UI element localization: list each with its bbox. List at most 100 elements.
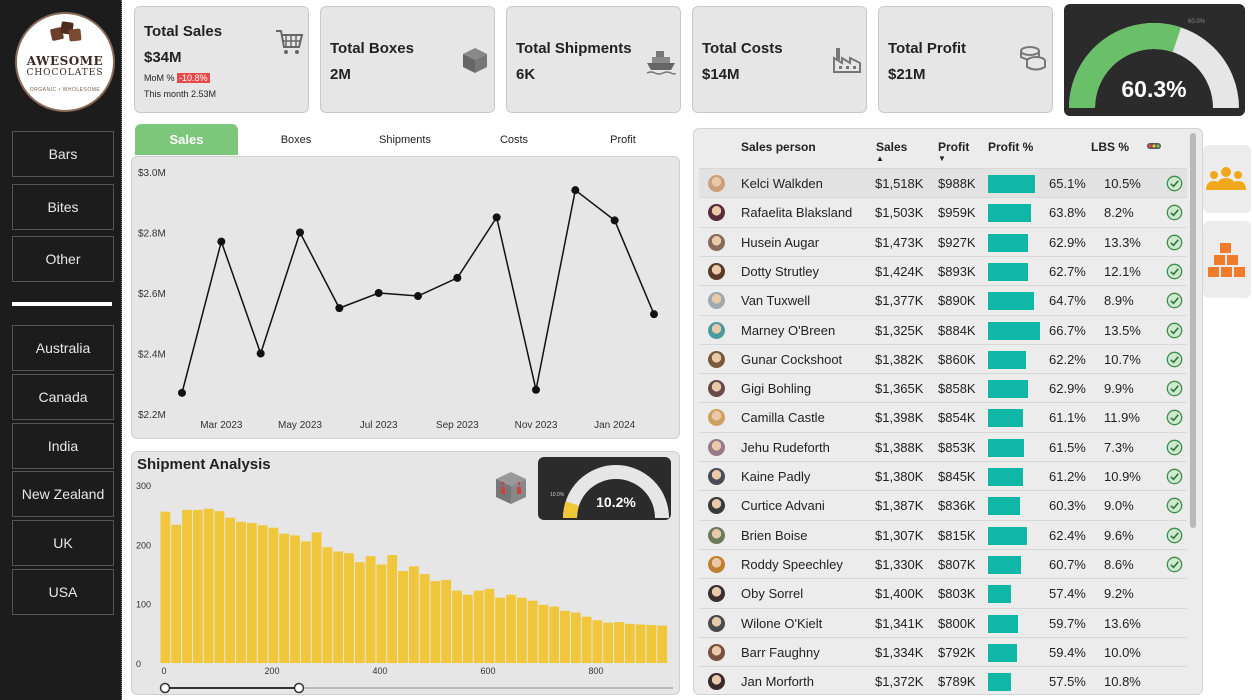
- sales-data-point[interactable]: [178, 388, 186, 397]
- team-button[interactable]: [1203, 145, 1251, 213]
- histogram-bar[interactable]: [603, 622, 614, 663]
- histogram-bar[interactable]: [452, 590, 462, 663]
- histogram-bar[interactable]: [581, 616, 592, 663]
- table-row[interactable]: Roddy Speechley $1,330K $807K 60.7% 8.6%: [699, 548, 1187, 578]
- table-row[interactable]: Marney O'Breen $1,325K $884K 66.7% 13.5%: [699, 314, 1187, 344]
- sales-data-point[interactable]: [650, 310, 658, 319]
- histogram-bar[interactable]: [311, 532, 322, 663]
- histogram-bar[interactable]: [236, 521, 246, 663]
- table-row[interactable]: Kaine Padly $1,380K $845K 61.2% 10.9%: [699, 461, 1187, 490]
- histogram-bar[interactable]: [322, 547, 333, 663]
- histogram-bar[interactable]: [495, 597, 506, 663]
- table-row[interactable]: Husein Augar $1,473K $927K 62.9% 13.3%: [699, 226, 1187, 256]
- col-header-lbs-pct[interactable]: LBS %: [1091, 140, 1129, 154]
- sales-data-point[interactable]: [217, 237, 226, 246]
- filter-button-australia[interactable]: Australia: [12, 325, 114, 371]
- histogram-bar[interactable]: [344, 553, 354, 663]
- tab-profit[interactable]: Profit: [573, 124, 673, 155]
- histogram-bar[interactable]: [473, 590, 484, 663]
- table-row[interactable]: Wilone O'Kielt $1,341K $800K 59.7% 13.6%: [699, 607, 1187, 637]
- table-scrollbar[interactable]: [1190, 133, 1196, 528]
- histogram-bar[interactable]: [203, 508, 214, 663]
- histogram-bar[interactable]: [560, 610, 570, 663]
- table-row[interactable]: Dotty Strutley $1,424K $893K 62.7% 12.1%: [699, 255, 1187, 285]
- sales-data-point[interactable]: [453, 273, 462, 282]
- filter-button-canada[interactable]: Canada: [12, 374, 114, 420]
- histogram-bar[interactable]: [538, 604, 549, 663]
- histogram-bar[interactable]: [484, 588, 495, 663]
- table-row[interactable]: Kelci Walkden $1,518K $988K 65.1% 10.5%: [699, 168, 1187, 197]
- table-row[interactable]: Brien Boise $1,307K $815K 62.4% 9.6%: [699, 519, 1187, 549]
- sales-data-point[interactable]: [610, 216, 619, 225]
- histogram-bar[interactable]: [192, 509, 203, 663]
- tab-costs[interactable]: Costs: [464, 124, 564, 155]
- table-row[interactable]: Curtice Advani $1,387K $836K 60.3% 9.0%: [699, 490, 1187, 519]
- filter-button-other[interactable]: Other: [12, 236, 114, 282]
- histogram-bar[interactable]: [257, 525, 268, 663]
- col-header-sales[interactable]: Sales: [876, 140, 907, 154]
- sales-data-point[interactable]: [296, 228, 304, 237]
- sales-data-point[interactable]: [256, 349, 265, 358]
- histogram-bar[interactable]: [408, 566, 419, 663]
- histogram-bar[interactable]: [635, 624, 646, 663]
- table-row[interactable]: Van Tuxwell $1,377K $890K 64.7% 8.9%: [699, 285, 1187, 314]
- filter-button-bars[interactable]: Bars: [12, 131, 114, 177]
- table-row[interactable]: Rafaelita Blaksland $1,503K $959K 63.8% 8.2%: [699, 197, 1187, 226]
- col-header-sales-person[interactable]: Sales person: [741, 140, 816, 154]
- table-row[interactable]: Gunar Cockshoot $1,382K $860K 62.2% 10.7%: [699, 343, 1187, 373]
- filter-button-india[interactable]: India: [12, 423, 114, 469]
- range-slider-handle-max[interactable]: [293, 682, 305, 694]
- sales-data-point[interactable]: [374, 289, 383, 297]
- sales-data-point[interactable]: [414, 292, 422, 301]
- sales-data-point[interactable]: [492, 213, 501, 222]
- col-header-profit[interactable]: Profit: [938, 140, 969, 154]
- tab-sales[interactable]: Sales: [135, 124, 238, 155]
- tab-boxes[interactable]: Boxes: [246, 124, 346, 155]
- histogram-bar[interactable]: [506, 594, 516, 663]
- histogram-bar[interactable]: [171, 524, 182, 663]
- histogram-bar[interactable]: [225, 517, 236, 663]
- histogram-bar[interactable]: [462, 594, 473, 663]
- col-header-profit-pct[interactable]: Profit %: [988, 140, 1033, 154]
- filter-button-new-zealand[interactable]: New Zealand: [12, 471, 114, 517]
- histogram-bar[interactable]: [516, 597, 527, 663]
- histogram-bar[interactable]: [214, 511, 225, 663]
- histogram-bar[interactable]: [268, 527, 279, 663]
- table-row[interactable]: Camilla Castle $1,398K $854K 61.1% 11.9%: [699, 402, 1187, 431]
- table-row[interactable]: Gigi Bohling $1,365K $858K 62.9% 9.9%: [699, 373, 1187, 402]
- table-row[interactable]: Barr Faughny $1,334K $792K 59.4% 10.0%: [699, 636, 1187, 666]
- histogram-bar[interactable]: [365, 556, 376, 663]
- histogram-bar[interactable]: [430, 581, 441, 663]
- histogram-bar[interactable]: [290, 535, 300, 663]
- histogram-bar[interactable]: [614, 622, 624, 663]
- table-row[interactable]: Jehu Rudeforth $1,388K $853K 61.5% 7.3%: [699, 431, 1187, 461]
- filter-button-uk[interactable]: UK: [12, 520, 114, 566]
- histogram-bar[interactable]: [592, 620, 603, 663]
- histogram-bar[interactable]: [279, 533, 290, 663]
- histogram-bar[interactable]: [441, 579, 452, 663]
- histogram-bar[interactable]: [419, 574, 430, 663]
- histogram-bar[interactable]: [246, 522, 257, 663]
- table-row[interactable]: Jan Morforth $1,372K $789K 57.5% 10.8%: [699, 666, 1187, 694]
- inventory-button[interactable]: [1203, 221, 1251, 298]
- histogram-bar[interactable]: [160, 511, 171, 663]
- histogram-bar[interactable]: [624, 623, 635, 663]
- histogram-bar[interactable]: [333, 551, 344, 663]
- histogram-bar[interactable]: [527, 600, 538, 663]
- histogram-bar[interactable]: [398, 571, 408, 663]
- range-slider-handle-min[interactable]: [159, 682, 171, 694]
- histogram-bar[interactable]: [300, 541, 311, 663]
- histogram-bar[interactable]: [354, 562, 365, 663]
- filter-button-bites[interactable]: Bites: [12, 184, 114, 230]
- histogram-bar[interactable]: [182, 509, 192, 663]
- sales-data-point[interactable]: [532, 385, 540, 394]
- tab-shipments[interactable]: Shipments: [355, 124, 455, 155]
- sales-data-point[interactable]: [571, 186, 580, 195]
- histogram-bar[interactable]: [549, 606, 560, 663]
- filter-button-usa[interactable]: USA: [12, 569, 114, 615]
- histogram-bar[interactable]: [646, 625, 657, 663]
- histogram-bar[interactable]: [387, 555, 398, 663]
- sales-data-point[interactable]: [335, 304, 344, 313]
- table-row[interactable]: Oby Sorrel $1,400K $803K 57.4% 9.2%: [699, 578, 1187, 607]
- histogram-bar[interactable]: [657, 625, 668, 663]
